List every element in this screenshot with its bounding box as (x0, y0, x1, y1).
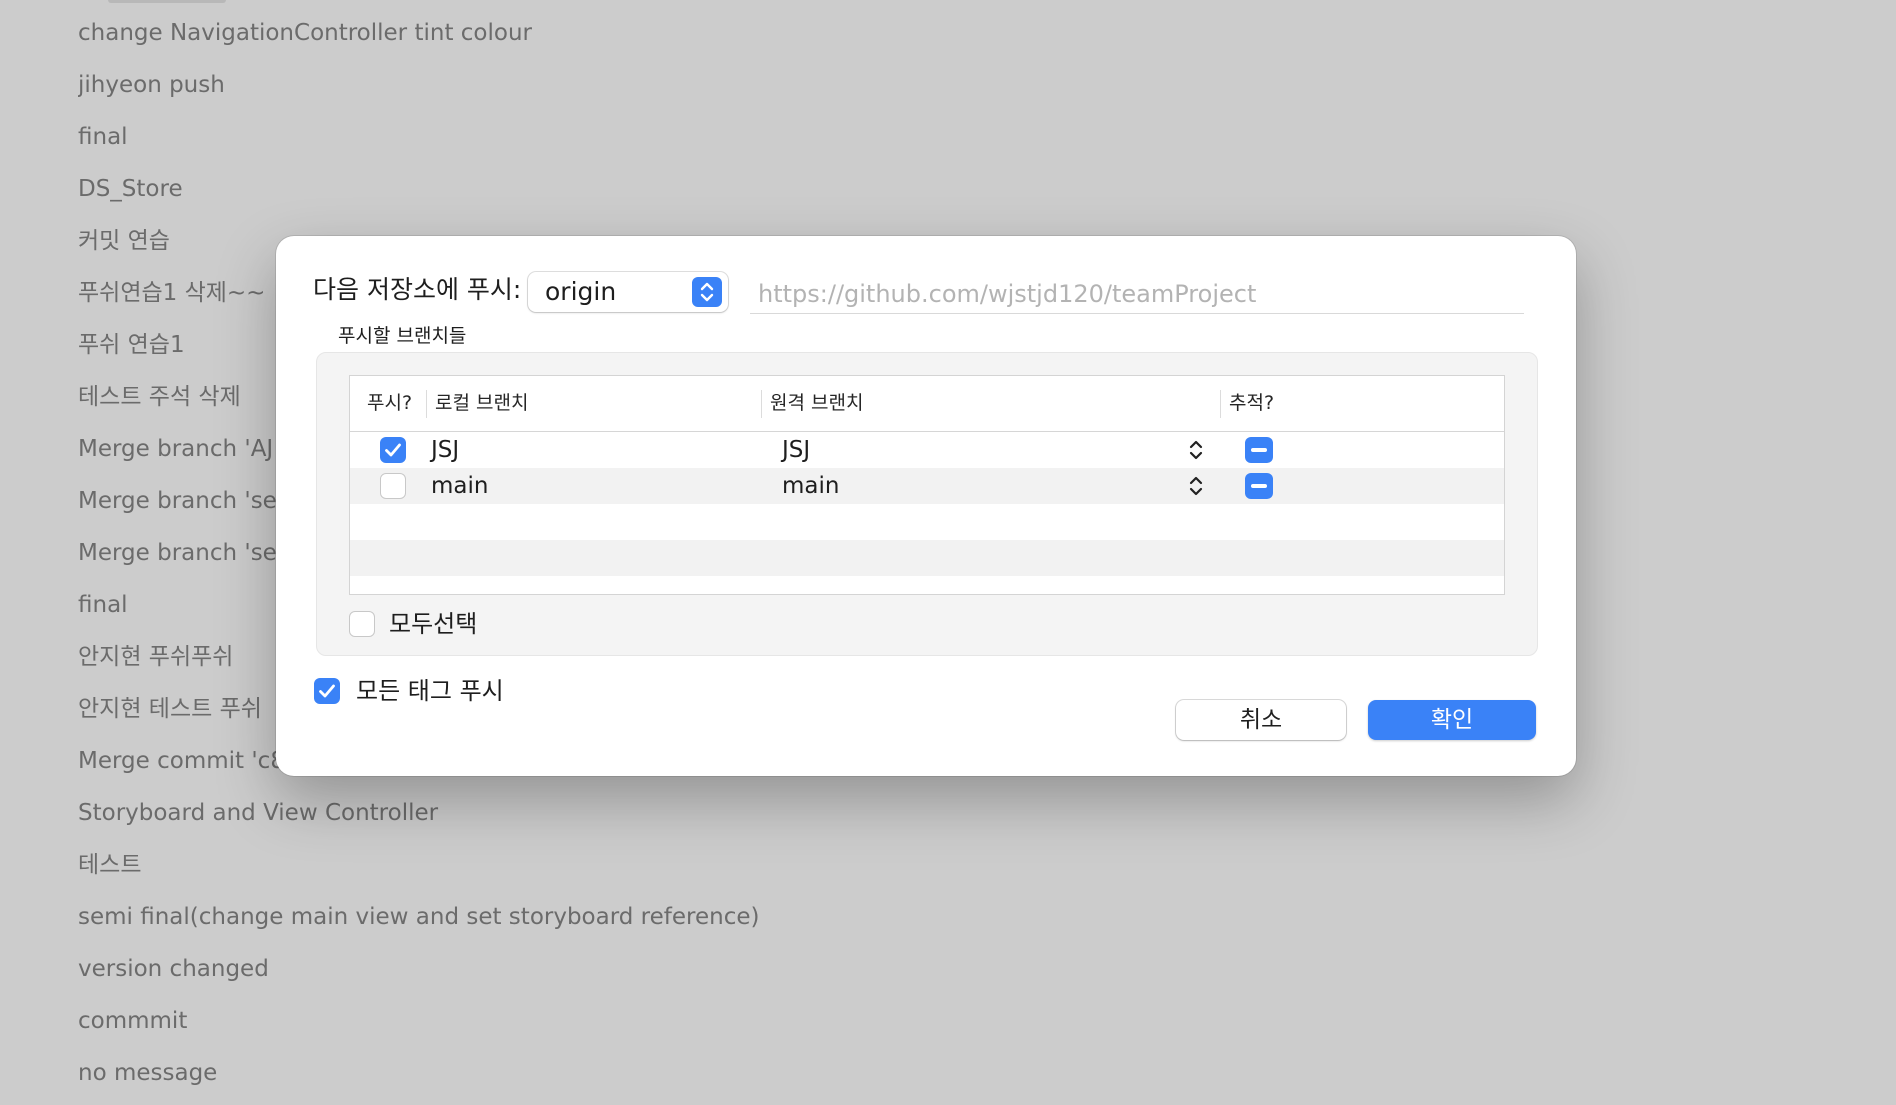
column-header-push[interactable]: 푸시? (367, 389, 412, 417)
select-all-label[interactable]: 모두선택 (389, 607, 477, 641)
column-divider (761, 390, 762, 418)
checkmark-icon (319, 684, 335, 698)
column-divider (426, 390, 427, 418)
table-header: 푸시? 로컬 브랜치 원격 브랜치 추적? (350, 376, 1504, 432)
commit-item[interactable]: jihyeon push (78, 65, 978, 117)
push-checkbox[interactable] (380, 437, 406, 463)
branches-group: 푸시? 로컬 브랜치 원격 브랜치 추적? JSJ JSJ main main … (316, 352, 1538, 656)
commit-item[interactable]: commmit (78, 1001, 978, 1053)
remote-select-value: origin (545, 277, 617, 306)
push-checkbox[interactable] (380, 473, 406, 499)
empty-row (350, 540, 1504, 576)
commit-item[interactable]: DS_Store (78, 169, 978, 221)
branches-section-label: 푸시할 브랜치들 (338, 325, 467, 347)
column-divider (1220, 390, 1221, 418)
local-branch-name: main (431, 473, 489, 499)
checkmark-icon (385, 443, 401, 457)
column-header-remote-branch[interactable]: 원격 브랜치 (770, 389, 863, 417)
remote-select[interactable]: origin (528, 272, 728, 312)
select-all-checkbox[interactable] (349, 611, 375, 637)
remote-branch-select[interactable]: JSJ (782, 432, 810, 468)
commit-item[interactable]: Storyboard and View Controller (78, 793, 978, 845)
commit-item[interactable]: final (78, 117, 978, 169)
local-branch-name: JSJ (431, 437, 460, 463)
ok-button[interactable]: 확인 (1368, 700, 1536, 740)
table-row[interactable]: JSJ JSJ (350, 432, 1504, 468)
branches-table: 푸시? 로컬 브랜치 원격 브랜치 추적? JSJ JSJ main main (349, 375, 1505, 595)
cancel-button[interactable]: 취소 (1176, 700, 1346, 740)
remote-branch-select[interactable]: main (782, 468, 839, 504)
up-down-chevron-icon (692, 277, 722, 307)
push-all-tags-checkbox[interactable] (314, 678, 340, 704)
scroll-top-indicator (108, 0, 226, 3)
commit-item[interactable]: no message (78, 1053, 978, 1105)
track-toggle[interactable] (1245, 437, 1273, 463)
push-dialog: 다음 저장소에 푸시: origin https://github.com/wj… (276, 236, 1576, 776)
commit-item[interactable]: version changed (78, 949, 978, 1001)
commit-item[interactable]: 테스트 (78, 845, 978, 897)
push-all-tags-label[interactable]: 모든 태그 푸시 (356, 674, 504, 708)
commit-item[interactable]: semi final(change main view and set stor… (78, 897, 978, 949)
push-to-label: 다음 저장소에 푸시: (313, 275, 522, 304)
column-header-local-branch[interactable]: 로컬 브랜치 (435, 389, 528, 417)
column-header-track[interactable]: 추적? (1229, 389, 1274, 417)
track-toggle[interactable] (1245, 473, 1273, 499)
empty-row (350, 504, 1504, 540)
up-down-chevron-icon[interactable] (1188, 473, 1204, 499)
remote-url-field: https://github.com/wjstjd120/teamProject (750, 276, 1524, 314)
table-row[interactable]: main main (350, 468, 1504, 504)
commit-item[interactable]: change NavigationController tint colour (78, 13, 978, 65)
up-down-chevron-icon[interactable] (1188, 437, 1204, 463)
